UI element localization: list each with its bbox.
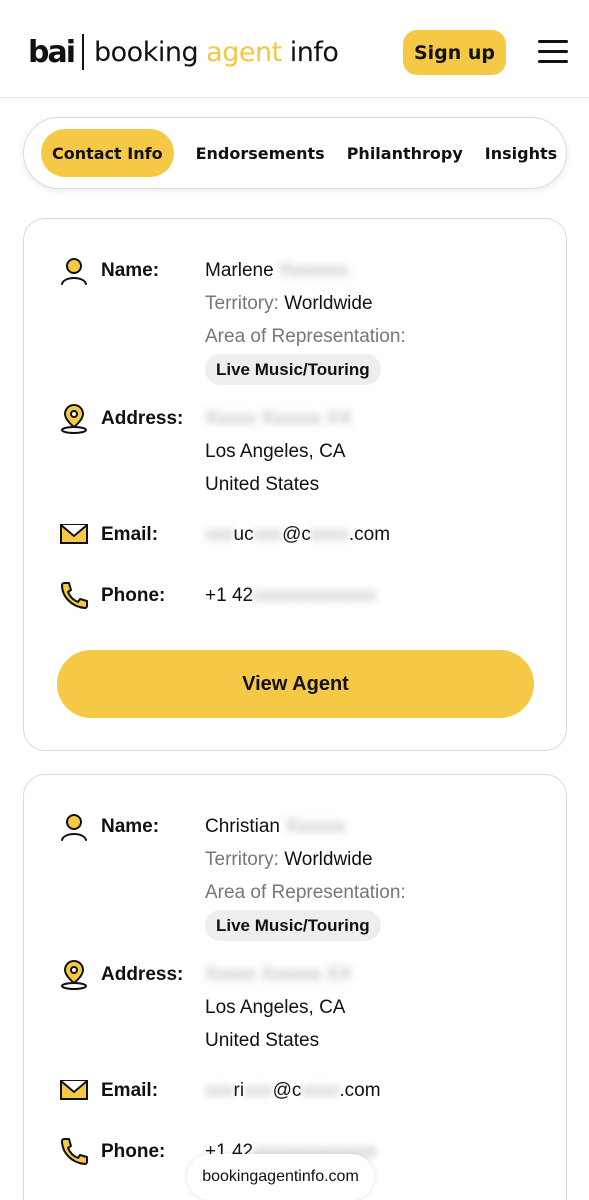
site-logo[interactable]: bai booking agent info: [28, 32, 339, 72]
view-agent-button[interactable]: View Agent: [57, 650, 534, 718]
phone-value[interactable]: +1 42xxxxxxxxxxxxx: [205, 585, 377, 607]
logo-divider: [82, 34, 85, 70]
phone-icon: [61, 582, 88, 609]
street-address: Xxxxx Xxxxxx XX: [205, 964, 352, 985]
location-pin-icon: [61, 403, 87, 434]
address-label: Address:: [101, 408, 184, 429]
agent-card: Name: Christian Xxxxxx Territory: Worldw…: [23, 774, 567, 1200]
envelope-icon: [60, 1080, 88, 1100]
territory-row: Territory: Worldwide: [205, 293, 373, 314]
email-label: Email:: [101, 1080, 159, 1101]
section-tabs: Contact Info Endorsements Philanthropy I…: [23, 117, 567, 189]
person-icon: [61, 258, 87, 285]
logo-wordmark: booking agent info: [94, 36, 339, 68]
agent-name: Marlene Xxxxxxx: [205, 260, 349, 281]
person-icon: [61, 814, 87, 841]
city-state: Los Angeles, CA: [205, 441, 346, 462]
envelope-icon: [60, 524, 88, 544]
sign-up-button[interactable]: Sign up: [403, 30, 506, 75]
city-state: Los Angeles, CA: [205, 997, 346, 1018]
tab-insights[interactable]: Insights: [485, 129, 557, 177]
phone-icon: [61, 1138, 88, 1165]
country: United States: [205, 474, 320, 495]
agent-card: Name: Marlene Xxxxxxx Territory: Worldwi…: [23, 218, 567, 751]
tab-philanthropy[interactable]: Philanthropy: [347, 129, 463, 177]
email-value[interactable]: xxxucxxx@cxxxx.com: [205, 524, 390, 546]
country: United States: [205, 1030, 320, 1051]
email-label: Email:: [101, 524, 159, 545]
name-label: Name:: [101, 260, 160, 281]
agent-name: Christian Xxxxxx: [205, 816, 346, 837]
location-pin-icon: [61, 959, 87, 990]
hamburger-icon[interactable]: [538, 40, 568, 64]
phone-label: Phone:: [101, 585, 166, 606]
name-label: Name:: [101, 816, 160, 837]
browser-url-pill[interactable]: bookingagentinfo.com: [187, 1154, 374, 1200]
area-label: Area of Representation:: [205, 326, 406, 347]
area-badge: Live Music/Touring: [205, 910, 381, 941]
tab-endorsements[interactable]: Endorsements: [196, 129, 325, 177]
phone-label: Phone:: [101, 1141, 166, 1162]
street-address: Xxxxx Xxxxxx XX: [205, 408, 352, 429]
territory-row: Territory: Worldwide: [205, 849, 373, 870]
area-label: Area of Representation:: [205, 882, 406, 903]
area-badge: Live Music/Touring: [205, 354, 381, 385]
address-label: Address:: [101, 964, 184, 985]
email-value[interactable]: xxxrixxx@cxxxx.com: [205, 1080, 381, 1102]
logo-mark: bai: [28, 34, 76, 70]
top-navigation-bar: bai booking agent info Sign up: [0, 0, 589, 98]
tab-contact-info[interactable]: Contact Info: [41, 129, 174, 177]
